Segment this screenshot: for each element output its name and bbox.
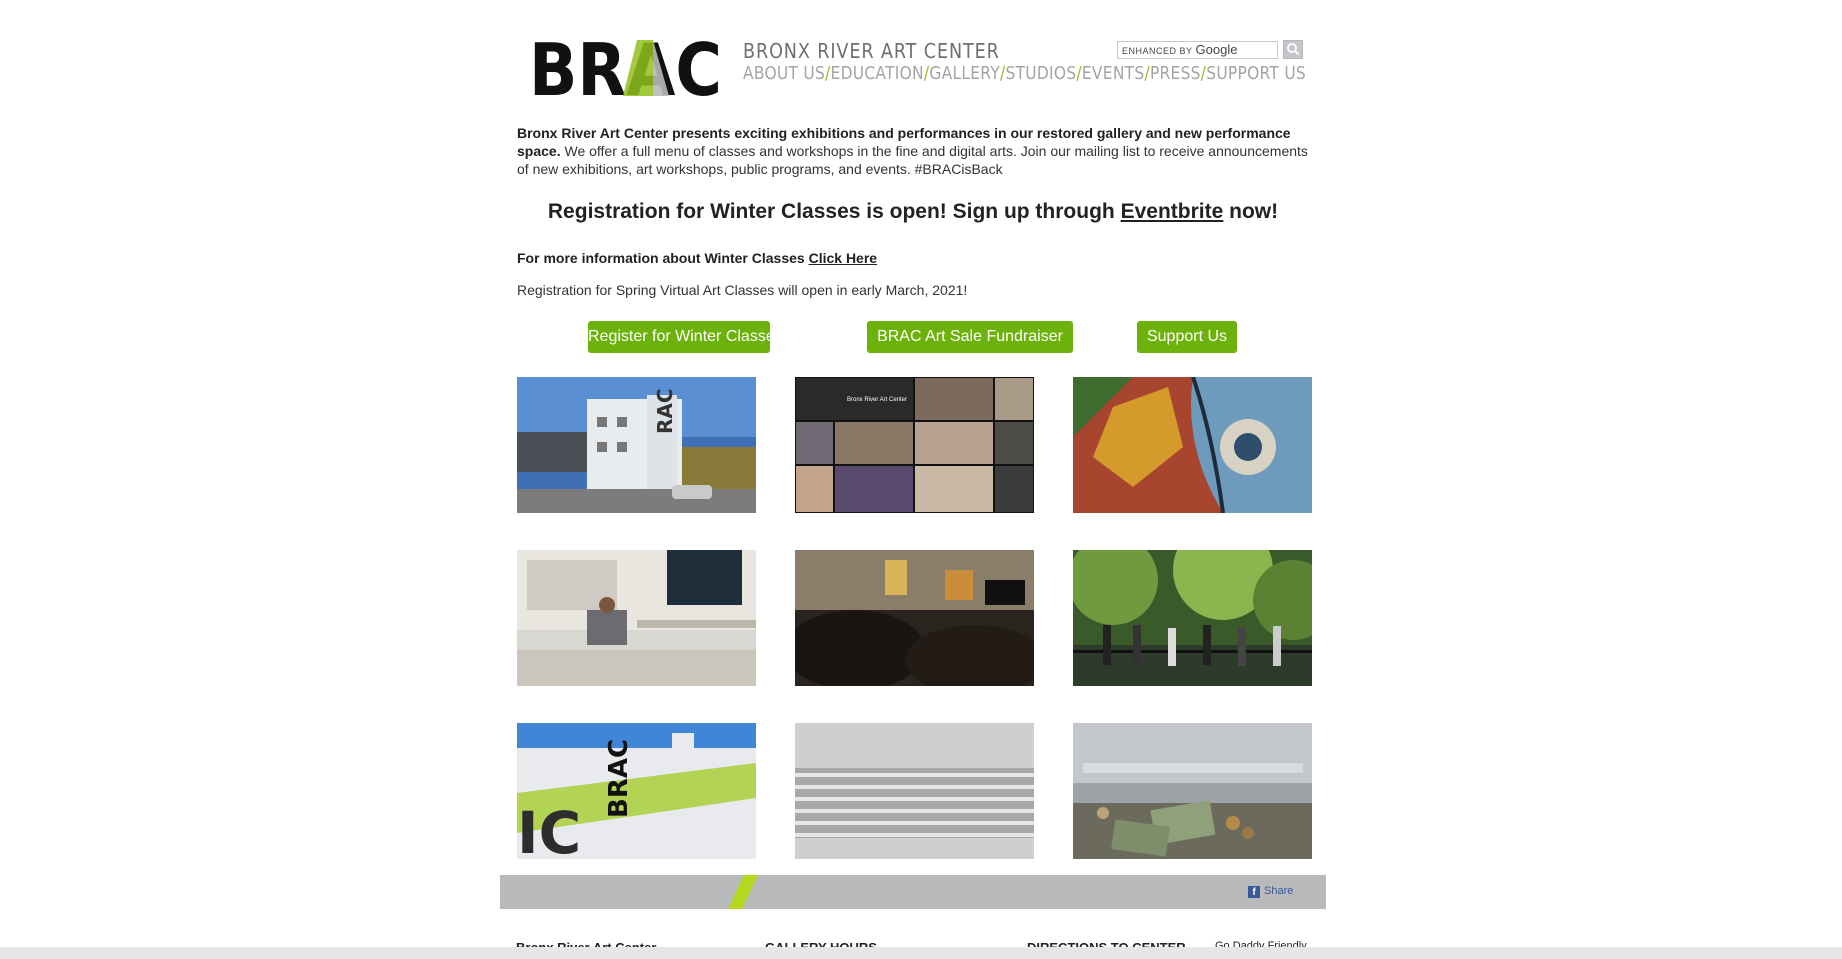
search-enhanced-label: ENHANCED BY [1122, 46, 1193, 56]
page: BRAC BRONX RIVER ART CENTER ABOUT US/EDU… [500, 0, 1326, 959]
photo-virtual-class-grid[interactable]: Bronx River Art Center [795, 377, 1034, 513]
intro-paragraph: Bronx River Art Center presents exciting… [517, 124, 1317, 178]
register-winter-classes-button[interactable]: Register for Winter Classes [588, 321, 783, 353]
support-us-button[interactable]: Support Us [1137, 321, 1237, 353]
more-info-line: For more information about Winter Classe… [517, 250, 877, 266]
photo-donation-box[interactable] [1073, 723, 1312, 859]
browser-bottom-strip [0, 947, 1842, 959]
search-input[interactable]: ENHANCED BY Google [1117, 41, 1278, 59]
headline-end: now! [1223, 200, 1279, 223]
photo-ribbon-cutting[interactable] [1073, 550, 1312, 686]
photo-stacked-prints[interactable] [795, 723, 1034, 859]
intro-rest: We offer a full menu of classes and work… [517, 143, 1308, 177]
more-info-text: For more information about Winter Classe… [517, 250, 809, 266]
click-here-link[interactable]: Click Here [809, 250, 877, 266]
nav-press[interactable]: PRESS [1150, 63, 1201, 84]
photo-studio-artist[interactable] [517, 550, 756, 686]
facebook-icon: f [1248, 886, 1260, 898]
svg-text:BRAC: BRAC [604, 739, 634, 818]
share-label: Share [1264, 885, 1294, 897]
photo-mosaic-art[interactable] [1073, 377, 1312, 513]
svg-text:Bronx River Art Center: Bronx River Art Center [847, 397, 907, 403]
google-label: Google [1195, 42, 1238, 57]
photo-building-mural[interactable]: IC BRAC [517, 723, 756, 859]
decorative-stripe [728, 875, 758, 909]
svg-text:IC: IC [517, 799, 581, 859]
search-icon [1287, 43, 1300, 56]
svg-text:RAC: RAC [653, 388, 677, 434]
registration-headline: Registration for Winter Classes is open!… [500, 200, 1326, 224]
photo-building-exterior[interactable]: RAC [517, 377, 756, 513]
search-button[interactable] [1283, 40, 1303, 59]
nav-support-us[interactable]: SUPPORT US [1206, 63, 1306, 84]
nav-studios[interactable]: STUDIOS [1005, 63, 1076, 84]
facebook-share[interactable]: f Share [1248, 885, 1293, 898]
site-title: BRONX RIVER ART CENTER [743, 39, 1000, 63]
art-sale-fundraiser-button[interactable]: BRAC Art Sale Fundraiser [867, 321, 1073, 353]
nav-gallery[interactable]: GALLERY [929, 63, 1000, 84]
brac-logo[interactable]: BRAC [529, 38, 724, 98]
footer-bar: f Share [500, 875, 1326, 909]
main-nav: ABOUT US/EDUCATION/GALLERY/STUDIOS/EVENT… [743, 63, 1307, 84]
photo-gallery-performance[interactable] [795, 550, 1034, 686]
nav-education[interactable]: EDUCATION [831, 63, 924, 84]
eventbrite-link[interactable]: Eventbrite [1121, 200, 1224, 223]
nav-about-us[interactable]: ABOUT US [743, 63, 825, 84]
nav-events[interactable]: EVENTS [1082, 63, 1145, 84]
headline-text: Registration for Winter Classes is open!… [547, 200, 1121, 223]
spring-registration-note: Registration for Spring Virtual Art Clas… [517, 282, 968, 298]
